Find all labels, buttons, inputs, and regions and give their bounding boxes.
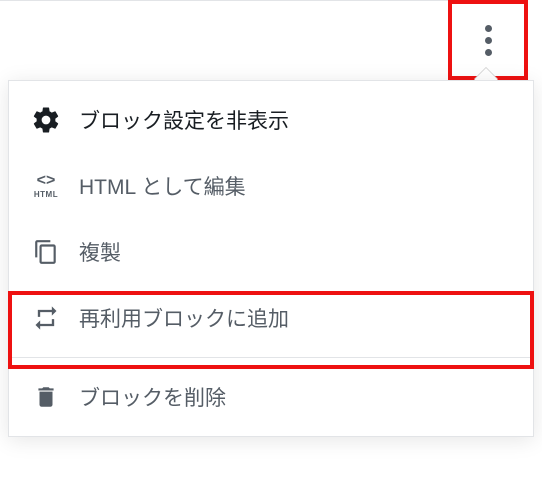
- menu-item-hide-block-settings[interactable]: ブロック設定を非表示: [9, 87, 533, 153]
- html-icon: <> HTML: [31, 171, 61, 201]
- menu-item-remove-block[interactable]: ブロックを削除: [9, 364, 533, 430]
- menu-item-label: HTML として編集: [79, 171, 246, 201]
- menu-item-duplicate[interactable]: 複製: [9, 219, 533, 285]
- duplicate-icon: [31, 237, 61, 267]
- reusable-icon: [31, 303, 61, 333]
- menu-pointer: [474, 68, 498, 80]
- menu-item-label: ブロック設定を非表示: [79, 105, 289, 135]
- menu-item-label: 複製: [79, 237, 121, 267]
- menu-item-label: 再利用ブロックに追加: [79, 303, 289, 333]
- menu-item-edit-as-html[interactable]: <> HTML HTML として編集: [9, 153, 533, 219]
- more-options-button[interactable]: [458, 10, 518, 70]
- gear-icon: [31, 105, 61, 135]
- block-options-menu: ブロック設定を非表示 <> HTML HTML として編集 複製 再利用ブロック…: [8, 80, 534, 437]
- trash-icon: [31, 382, 61, 412]
- menu-item-add-to-reusable[interactable]: 再利用ブロックに追加: [9, 285, 533, 351]
- menu-item-label: ブロックを削除: [79, 382, 226, 412]
- menu-separator: [9, 357, 533, 358]
